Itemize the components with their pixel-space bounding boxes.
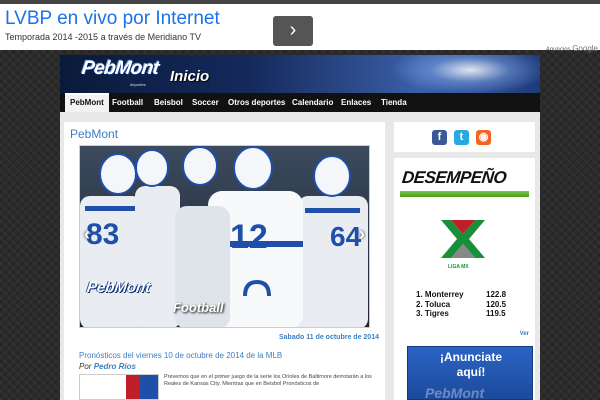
standings-team: 1. Monterrey — [416, 290, 464, 299]
ad-attribution-brand: Google — [572, 44, 598, 53]
jersey-number: 12 — [230, 218, 268, 256]
post-thumbnail[interactable] — [79, 374, 159, 400]
page-body: PebMont 83 12 64 ‹ › PebMont Football Sa… — [60, 112, 540, 400]
see-more-link[interactable]: Ver — [520, 331, 529, 337]
chevron-right-icon: › — [359, 224, 365, 244]
chevron-right-icon: › — [289, 19, 297, 41]
slide-caption: Football — [173, 300, 224, 315]
performance-title: DESEMPEÑO — [401, 168, 508, 187]
nav-item-calendario[interactable]: Calendario — [287, 93, 338, 112]
post-author-link[interactable]: Pedro Ríos — [94, 362, 136, 371]
advertise-logo-watermark: PebMont — [425, 385, 485, 400]
nav-item-soccer[interactable]: Soccer — [187, 93, 224, 112]
chevron-left-icon: ‹ — [84, 224, 90, 244]
page-title: Inicio — [170, 68, 210, 85]
slide-logo: PebMont — [85, 279, 152, 296]
standings-team: 2. Toluca — [416, 299, 451, 309]
ad-attribution-prefix: Anuncios — [545, 47, 571, 53]
standings-points: 120.5 — [486, 299, 507, 309]
main-content: PebMont 83 12 64 ‹ › PebMont Football Sa… — [64, 122, 385, 400]
main-nav: PebMont Football Beisbol Soccer Otros de… — [60, 93, 540, 112]
football-team-photo: 83 12 64 — [80, 146, 369, 327]
thumbnail-stripe — [126, 375, 140, 399]
thumbnail-stripe — [140, 375, 158, 399]
social-links: f t ◉ — [394, 122, 535, 152]
standings-row: 3. Tigres 119.5 — [416, 309, 516, 319]
standings-row: 1. Monterrey 122.8 — [416, 290, 516, 300]
ad-next-button[interactable]: › — [273, 16, 313, 46]
site-container: PebMont deportes Inicio PebMont Football… — [60, 55, 540, 400]
advertise-banner[interactable]: ¡Anunciate aquí! PebMont — [407, 346, 533, 400]
slider-next-button[interactable]: › — [359, 224, 365, 245]
standings-points: 119.5 — [486, 309, 506, 318]
liga-mx-label: LIGA MX — [448, 264, 469, 270]
facebook-icon[interactable]: f — [432, 130, 447, 145]
standings-team: 3. Tigres — [416, 309, 449, 318]
performance-widget: DESEMPEÑO LIGA MX 1. Monterrey 122.8 2. … — [394, 158, 535, 400]
standings-row: 2. Toluca 120.5 — [416, 300, 516, 310]
sidebar: f t ◉ DESEMPEÑO LIGA MX 1. Monterrey 122… — [394, 122, 535, 400]
advertise-text: ¡Anunciate aquí! — [408, 350, 532, 380]
nav-item-otros-deportes[interactable]: Otros deportes — [223, 93, 290, 112]
post-author-prefix: Por — [79, 362, 92, 371]
jersey-number: 64 — [330, 221, 362, 252]
site-header: PebMont deportes Inicio — [60, 55, 540, 93]
ad-attribution: Anuncios Google — [546, 44, 598, 53]
slider-prev-button[interactable]: ‹ — [84, 224, 90, 245]
rss-icon[interactable]: ◉ — [476, 130, 491, 145]
nav-item-beisbol[interactable]: Beisbol — [149, 93, 188, 112]
stadium-lights-decoration — [390, 55, 540, 93]
ad-subtitle: Temporada 2014 -2015 a través de Meridia… — [5, 32, 201, 42]
nav-item-enlaces[interactable]: Enlaces — [336, 93, 376, 112]
post-date: Sabado 11 de octubre de 2014 — [279, 334, 379, 341]
liga-mx-logo — [441, 220, 485, 258]
ad-title[interactable]: LVBP en vivo por Internet — [5, 8, 220, 30]
section-title: PebMont — [70, 127, 119, 141]
advertise-line-2: aquí! — [456, 365, 486, 379]
grass-decoration — [400, 191, 529, 197]
nav-item-tienda[interactable]: Tienda — [376, 93, 412, 112]
twitter-icon[interactable]: t — [454, 130, 469, 145]
nav-item-pebmont[interactable]: PebMont — [65, 93, 109, 112]
post-author: Por Pedro Ríos — [79, 362, 136, 371]
post-title-link[interactable]: Pronósticos del viernes 10 de octubre de… — [79, 351, 282, 360]
post-excerpt: Prevemos que en el primer juego de la se… — [164, 374, 372, 387]
image-slider[interactable]: 83 12 64 ‹ › PebMont Football — [79, 145, 370, 328]
standings-points: 122.8 — [486, 290, 507, 299]
nav-item-football[interactable]: Football — [107, 93, 148, 112]
advertise-line-1: ¡Anunciate — [439, 350, 502, 364]
site-logo[interactable]: PebMont — [80, 58, 161, 80]
ad-banner[interactable]: LVBP en vivo por Internet Temporada 2014… — [0, 0, 600, 59]
jersey-number: 83 — [86, 218, 119, 251]
site-logo-tagline: deportes — [130, 82, 146, 87]
standings-table: 1. Monterrey 122.8 2. Toluca 120.5 3. Ti… — [416, 290, 516, 319]
